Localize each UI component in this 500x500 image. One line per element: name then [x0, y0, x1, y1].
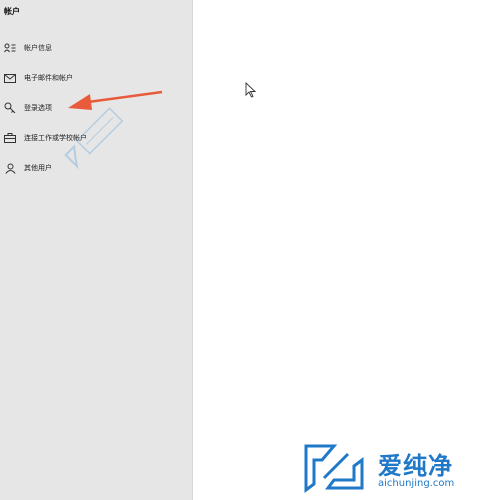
- sidebar-item-label: 登录选项: [24, 104, 52, 112]
- brand-logo-icon: [304, 444, 364, 493]
- account-info-icon: [3, 41, 17, 55]
- sidebar-item-label: 电子邮件和帐户: [24, 74, 73, 82]
- section-title: 帐户: [4, 7, 20, 16]
- sidebar: 帐户 帐户信息 电子邮件和帐户 登录选项 连接工作或学校帐户 其他用户: [0, 0, 193, 500]
- sidebar-item-account-info[interactable]: 帐户信息: [0, 36, 193, 60]
- sidebar-item-label: 帐户信息: [24, 44, 52, 52]
- sidebar-item-email-accounts[interactable]: 电子邮件和帐户: [0, 66, 193, 90]
- briefcase-icon: [3, 131, 17, 145]
- sidebar-item-other-users[interactable]: 其他用户: [0, 156, 193, 180]
- settings-window: 帐户 帐户信息 电子邮件和帐户 登录选项 连接工作或学校帐户 其他用户 爱纯净 …: [0, 0, 500, 500]
- brand-watermark: 爱纯净 aichunjing.com: [300, 440, 500, 496]
- sidebar-item-label: 其他用户: [24, 164, 52, 172]
- user-icon: [3, 161, 17, 175]
- key-icon: [3, 101, 17, 115]
- sidebar-item-label: 连接工作或学校帐户: [24, 134, 87, 142]
- sidebar-item-access-work-school[interactable]: 连接工作或学校帐户: [0, 126, 193, 150]
- email-icon: [3, 71, 17, 85]
- brand-name: 爱纯净: [378, 452, 453, 480]
- brand-url: aichunjing.com: [378, 478, 455, 489]
- mouse-cursor-icon: [245, 82, 257, 98]
- sidebar-item-sign-in-options[interactable]: 登录选项: [0, 96, 193, 120]
